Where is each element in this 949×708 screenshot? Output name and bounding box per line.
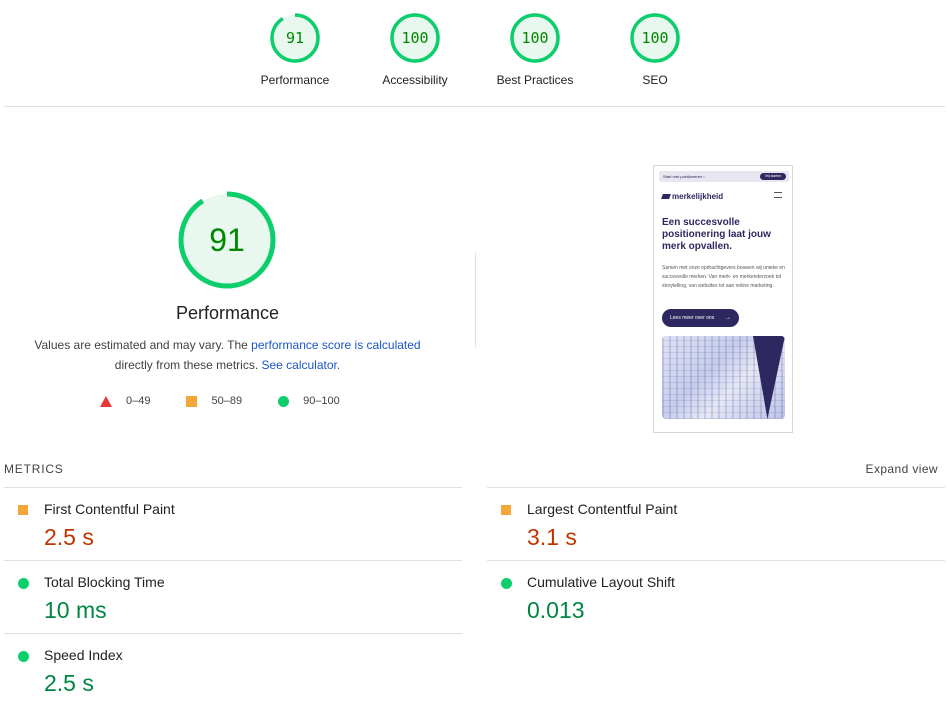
metric-speed-index: Speed Index 2.5 s [4, 633, 462, 706]
gauge-seo[interactable]: 100 SEO [595, 12, 715, 87]
metric-total-blocking-time: Total Blocking Time 10 ms [4, 560, 462, 633]
gauge-score: 91 [286, 29, 304, 47]
arrow-right-icon: → [725, 315, 731, 321]
legend-range: 0–49 [126, 395, 151, 407]
page-screenshot[interactable]: Start met positioneren › Vrij starten me… [653, 165, 793, 433]
gauge-label: Accessibility [382, 73, 448, 87]
gauge-label: SEO [642, 73, 668, 87]
hamburger-menu-icon [774, 192, 782, 198]
vertical-divider [475, 253, 476, 347]
see-calculator-link[interactable]: See calculator. [261, 358, 340, 372]
metric-value: 2.5 s [44, 524, 94, 550]
divider [4, 106, 945, 107]
thumb-cta: Lees meer over ons → [662, 309, 739, 327]
description-text: Values are estimated and may vary. The [34, 338, 252, 352]
gauge-label: Performance [260, 73, 330, 87]
thumb-brand-text: merkelijkheid [672, 192, 724, 201]
metric-largest-contentful-paint: Largest Contentful Paint 3.1 s [487, 487, 945, 560]
metric-name: Speed Index [44, 647, 123, 663]
circle-icon [18, 651, 29, 662]
legend-range: 90–100 [303, 395, 340, 407]
legend-fail: 0–49 [100, 395, 150, 407]
metric-name: Cumulative Layout Shift [527, 574, 675, 590]
performance-title: Performance [175, 303, 280, 323]
metric-name: Largest Contentful Paint [527, 501, 678, 517]
legend-average: 50–89 [186, 395, 242, 407]
brand-logo-icon [661, 194, 671, 199]
category-gauges: 91 Performance 100 Accessibility 100 Bes… [0, 0, 949, 107]
metrics-heading: METRICS [4, 462, 64, 476]
score-ring-icon: 100 [510, 13, 560, 63]
thumb-banner-button: Vrij starten [760, 173, 786, 180]
gauge-score: 100 [521, 29, 548, 47]
thumb-cta-text: Lees meer over ons [670, 315, 715, 321]
legend-pass: 90–100 [278, 395, 340, 407]
thumb-image [662, 336, 785, 419]
legend-range: 50–89 [211, 395, 243, 407]
metric-name: Total Blocking Time [44, 574, 165, 590]
metric-cumulative-layout-shift: Cumulative Layout Shift 0.013 [487, 560, 945, 633]
circle-icon [501, 578, 512, 589]
performance-score: 91 [209, 222, 245, 258]
metric-name: First Contentful Paint [44, 501, 175, 517]
metric-value: 3.1 s [527, 524, 577, 550]
metric-value: 10 ms [44, 597, 107, 623]
metric-value: 2.5 s [44, 670, 94, 696]
thumb-body: Samen met onze opdrachtgevers bouwen wij… [662, 265, 785, 289]
score-ring-icon: 100 [390, 13, 440, 63]
expand-view-toggle[interactable]: Expand view [866, 462, 938, 476]
square-icon [186, 395, 198, 407]
thumb-brand: merkelijkheid [661, 192, 724, 201]
gauge-performance[interactable]: 91 Performance [235, 12, 355, 87]
gauge-best-practices[interactable]: 100 Best Practices [475, 12, 595, 87]
circle-icon [18, 578, 29, 589]
thumb-banner-text: Start met positioneren › [663, 174, 705, 179]
square-icon [18, 505, 28, 515]
description-text: directly from these metrics. [114, 358, 262, 372]
performance-description: Values are estimated and may vary. The p… [0, 335, 455, 375]
gauge-accessibility[interactable]: 100 Accessibility [355, 12, 475, 87]
metric-first-contentful-paint: First Contentful Paint 2.5 s [4, 487, 462, 560]
score-ring-icon: 100 [630, 13, 680, 63]
score-ring-icon: 91 [178, 191, 276, 289]
thumb-image-shape [753, 336, 785, 419]
square-icon [501, 505, 511, 515]
thumb-banner: Start met positioneren › Vrij starten [659, 171, 789, 182]
gauge-score: 100 [641, 29, 668, 47]
thumb-headline: Een succesvolle positionering laat jouw … [662, 217, 771, 252]
metric-value: 0.013 [527, 597, 585, 623]
score-calculated-link[interactable]: performance score is calculated [251, 338, 420, 352]
triangle-icon [100, 395, 112, 407]
circle-icon [278, 395, 290, 407]
performance-gauge: 91 [177, 190, 277, 295]
gauge-score: 100 [401, 29, 428, 47]
gauge-label: Best Practices [496, 73, 574, 87]
score-ring-icon: 91 [270, 13, 320, 63]
score-legend: 0–49 50–89 90–100 [100, 395, 376, 407]
